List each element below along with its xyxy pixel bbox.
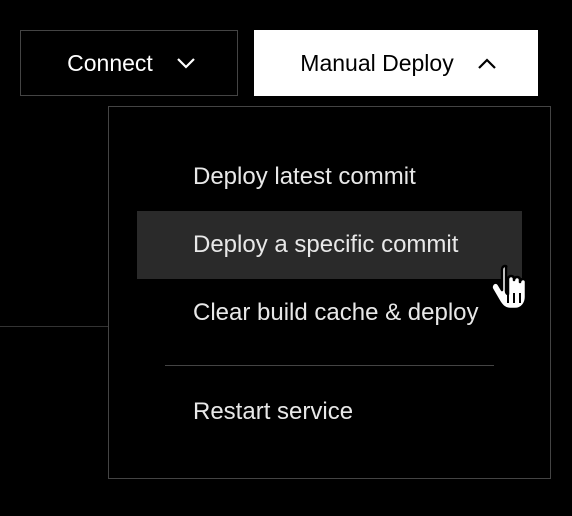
manual-deploy-button[interactable]: Manual Deploy bbox=[254, 30, 538, 96]
menu-item-deploy-latest[interactable]: Deploy latest commit bbox=[137, 143, 522, 211]
menu-item-label: Deploy latest commit bbox=[193, 163, 416, 190]
deploy-dropdown: Deploy latest commit Deploy a specific c… bbox=[108, 106, 551, 479]
toolbar: Connect Manual Deploy bbox=[0, 0, 572, 96]
menu-item-deploy-specific[interactable]: Deploy a specific commit bbox=[137, 211, 522, 279]
menu-item-label: Deploy a specific commit bbox=[193, 231, 458, 258]
menu-item-clear-cache[interactable]: Clear build cache & deploy bbox=[137, 279, 522, 347]
menu-item-label: Clear build cache & deploy bbox=[193, 299, 479, 326]
deploy-label: Manual Deploy bbox=[300, 50, 453, 77]
chevron-down-icon bbox=[177, 58, 195, 69]
horizontal-rule bbox=[0, 326, 108, 327]
connect-button[interactable]: Connect bbox=[20, 30, 238, 96]
menu-item-restart[interactable]: Restart service bbox=[137, 378, 522, 446]
chevron-up-icon bbox=[478, 58, 496, 69]
menu-divider bbox=[165, 365, 494, 366]
connect-label: Connect bbox=[67, 50, 153, 77]
menu-item-label: Restart service bbox=[193, 398, 353, 425]
